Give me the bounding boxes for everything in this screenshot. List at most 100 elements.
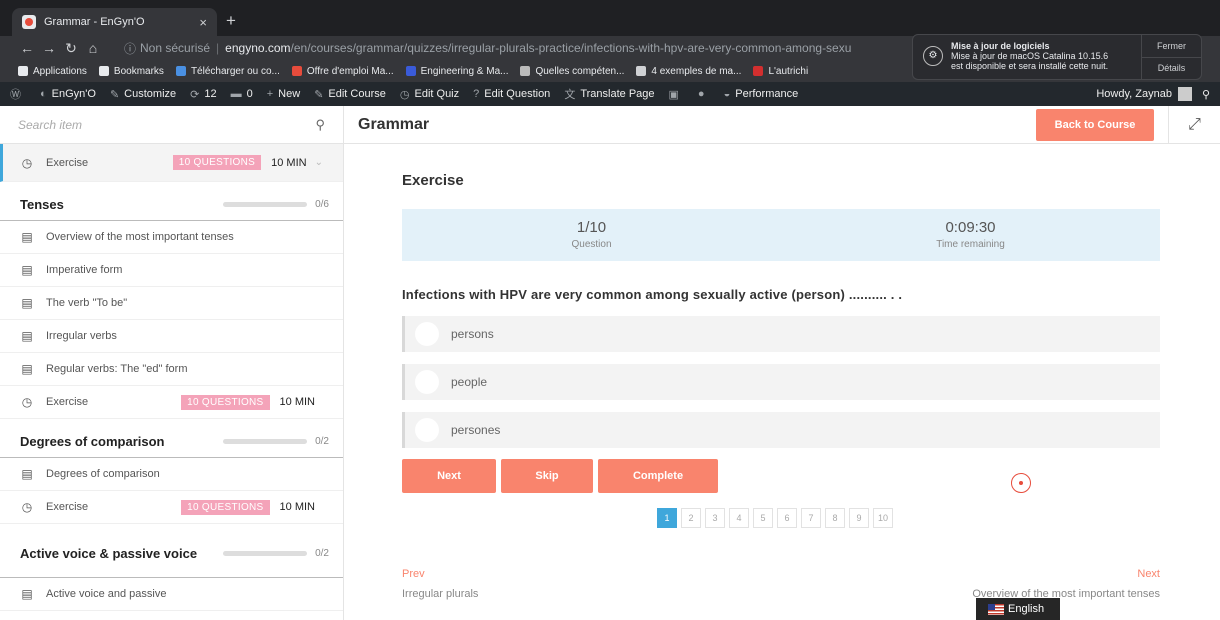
current-quiz-item[interactable]: ◷ Exercise 10 QUESTIONS 10 MIN ⌄ [0, 144, 343, 182]
questions-badge: 10 QUESTIONS [181, 394, 270, 410]
clock-icon: ◷ [399, 88, 410, 101]
admin-updates-link[interactable]: ⟳ 12 [190, 88, 216, 101]
admin-seo-icon[interactable]: ▣ [669, 88, 684, 101]
page-number[interactable]: 7 [801, 508, 821, 528]
new-tab-icon[interactable]: + [226, 12, 236, 29]
bookmark-item[interactable]: L'autrichi [753, 66, 808, 77]
next-button[interactable]: Next [402, 459, 496, 493]
lesson-item[interactable]: ▤ Active voice and passive [0, 578, 343, 611]
radio-button[interactable] [415, 370, 439, 394]
item-label: Irregular verbs [46, 330, 117, 342]
lesson-item[interactable]: ▤ Imperative form [0, 254, 343, 287]
next-link[interactable]: Next [1137, 568, 1160, 580]
answer-option[interactable]: persons [402, 316, 1160, 352]
wordpress-logo-icon[interactable]: Ⓦ [10, 86, 26, 102]
lesson-item[interactable]: ▤ Regular verbs: The "ed" form [0, 353, 343, 386]
address-bar[interactable]: ⓘ Non sécurisé | engyno.com/en/courses/g… [124, 36, 851, 60]
record-indicator-icon [1011, 473, 1031, 493]
app-icon [520, 66, 531, 76]
admin-customize-link[interactable]: ✎ Customize [110, 88, 176, 101]
lesson-item[interactable]: ▤ The verb "To be" [0, 287, 343, 320]
section-progress-bar [223, 551, 308, 556]
quiz-item[interactable]: ◷ Exercise 10 QUESTIONS 10 MIN [0, 386, 343, 419]
admin-status-dot-icon[interactable]: ● [698, 88, 710, 100]
browser-tab[interactable]: Grammar - EnGyn'O × [12, 8, 217, 36]
admin-edit-question-link[interactable]: ? Edit Question [473, 88, 550, 100]
page-number[interactable]: 5 [753, 508, 773, 528]
bookmark-item[interactable]: Applications [18, 66, 87, 77]
notification-details-button[interactable]: Détails [1142, 56, 1201, 80]
forward-arrow-icon[interactable]: → [38, 40, 60, 56]
lesson-item[interactable]: ▤ Irregular verbs [0, 320, 343, 353]
admin-performance-link[interactable]: ◒ Performance [724, 88, 799, 100]
admin-translate-link[interactable]: 文 Translate Page [564, 86, 654, 102]
lesson-item[interactable]: ▤ Overview of the most important tenses [0, 221, 343, 254]
clock-icon: ◷ [21, 500, 33, 514]
translate-icon: 文 [564, 89, 576, 101]
bookmark-item[interactable]: Quelles compéten... [520, 66, 624, 77]
document-icon: ▤ [21, 296, 33, 310]
section-header[interactable]: Degrees of comparison 0/2 [0, 425, 343, 458]
home-icon[interactable]: ⌂ [82, 40, 104, 56]
bookmark-item[interactable]: Télécharger ou co... [175, 66, 280, 77]
admin-edit-course-link[interactable]: ✎ Edit Course [314, 88, 386, 101]
bookmark-item[interactable]: 4 exemples de ma... [636, 66, 741, 77]
complete-button[interactable]: Complete [598, 459, 718, 493]
fullscreen-expand-icon[interactable]: ⤢ [1168, 105, 1220, 144]
chevron-down-icon[interactable]: ⌄ [315, 157, 323, 168]
admin-comments-link[interactable]: ▬ 0 [231, 88, 253, 100]
page-number[interactable]: 10 [873, 508, 893, 528]
reload-icon[interactable]: ↻ [60, 40, 82, 57]
page-number[interactable]: 2 [681, 508, 701, 528]
back-arrow-icon[interactable]: ← [16, 40, 38, 56]
section-progress-bar [223, 438, 308, 444]
admin-howdy-link[interactable]: Howdy, Zaynab [1096, 88, 1172, 100]
document-icon: ▤ [21, 263, 33, 277]
info-icon[interactable]: ⓘ [124, 40, 136, 57]
back-to-course-button[interactable]: Back to Course [1036, 108, 1154, 141]
section-header[interactable]: Tenses 0/6 [0, 188, 343, 221]
brush-icon: ✎ [109, 88, 120, 101]
language-switcher[interactable]: English [976, 598, 1060, 620]
question-caption: Question [571, 239, 612, 250]
bookmark-label: 4 exemples de ma... [651, 65, 742, 77]
avatar[interactable] [1177, 87, 1192, 101]
radio-button[interactable] [415, 322, 439, 346]
page-number[interactable]: 8 [825, 508, 845, 528]
document-icon: ▤ [21, 230, 33, 244]
page-number[interactable]: 3 [705, 508, 725, 528]
page-number[interactable]: 1 [657, 508, 677, 528]
prev-item-title[interactable]: Irregular plurals [402, 588, 478, 600]
section-title: Tenses [20, 196, 64, 212]
tab-close-icon[interactable]: × [199, 15, 207, 30]
admin-new-link[interactable]: + New [267, 88, 300, 100]
notification-title: Mise à jour de logiciels [951, 41, 1050, 51]
admin-site-link[interactable]: ◐ EnGyn'O [40, 88, 96, 100]
admin-search-icon[interactable]: ⚲ [1202, 88, 1210, 101]
radio-button[interactable] [415, 418, 439, 442]
answer-option-label: persons [451, 327, 494, 341]
page-number[interactable]: 9 [849, 508, 869, 528]
quiz-item[interactable]: ◷ Exercise 10 QUESTIONS 10 MIN [0, 491, 343, 524]
bookmark-item[interactable]: Engineering & Ma... [405, 66, 508, 77]
document-icon: ▤ [21, 362, 33, 376]
lesson-item[interactable]: ▤ Degrees of comparison [0, 458, 343, 491]
answer-options: persons people persones [402, 316, 1160, 448]
search-icon[interactable]: ⚲ [315, 117, 325, 133]
bookmark-label: L'autrichi [768, 65, 809, 77]
skip-button[interactable]: Skip [501, 459, 593, 493]
admin-edit-quiz-link[interactable]: ◷ Edit Quiz [400, 88, 459, 101]
section-progress-bar [223, 201, 308, 207]
page-number[interactable]: 4 [729, 508, 749, 528]
url-separator: | [216, 41, 220, 55]
section-header[interactable]: Active voice & passive voice 0/2 [0, 530, 343, 578]
answer-option[interactable]: people [402, 364, 1160, 400]
search-input[interactable] [18, 117, 316, 132]
page-number[interactable]: 6 [777, 508, 797, 528]
answer-option[interactable]: persones [402, 412, 1160, 448]
question-counter: 1/10 [576, 219, 607, 236]
bookmark-item[interactable]: Offre d'emploi Ma... [291, 66, 394, 77]
bookmark-item[interactable]: Bookmarks [98, 66, 164, 77]
notification-close-button[interactable]: Fermer [1142, 35, 1201, 57]
prev-link[interactable]: Prev [402, 568, 425, 580]
